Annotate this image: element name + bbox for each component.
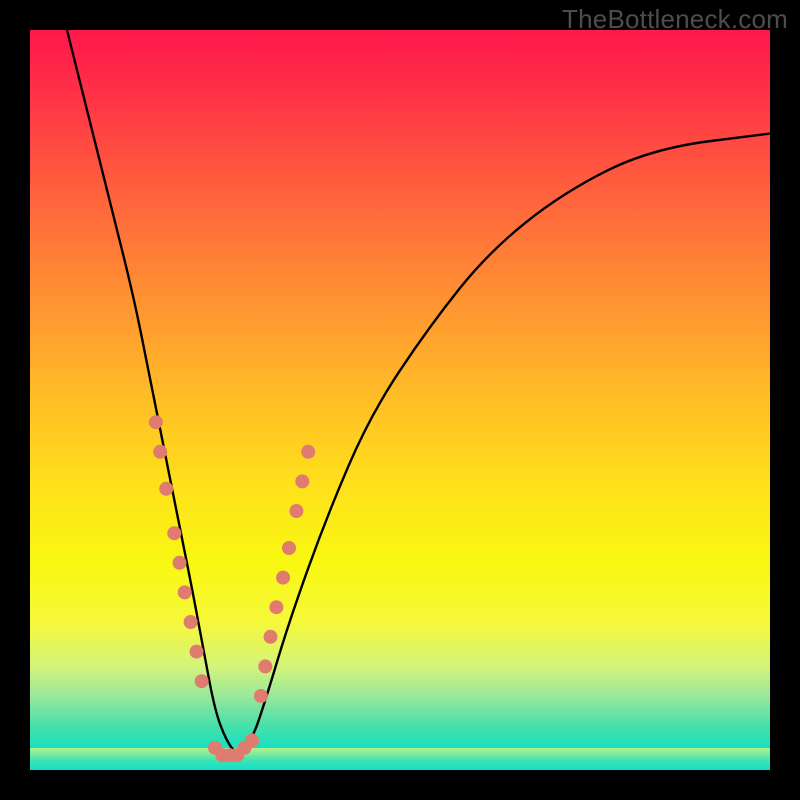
data-marker: [167, 526, 181, 540]
data-marker: [195, 674, 209, 688]
bottleneck-curve: [67, 30, 770, 752]
chart-svg: [30, 30, 770, 770]
data-marker: [178, 585, 192, 599]
data-marker: [301, 445, 315, 459]
data-marker: [289, 504, 303, 518]
data-marker: [269, 600, 283, 614]
data-marker: [184, 615, 198, 629]
data-marker: [245, 733, 259, 747]
data-marker: [173, 556, 187, 570]
data-marker: [258, 659, 272, 673]
marker-layer: [149, 415, 315, 762]
data-marker: [159, 482, 173, 496]
data-marker: [190, 645, 204, 659]
data-marker: [254, 689, 268, 703]
data-marker: [276, 571, 290, 585]
data-marker: [149, 415, 163, 429]
data-marker: [153, 445, 167, 459]
data-marker: [264, 630, 278, 644]
plot-area: [30, 30, 770, 770]
data-marker: [282, 541, 296, 555]
data-marker: [295, 474, 309, 488]
